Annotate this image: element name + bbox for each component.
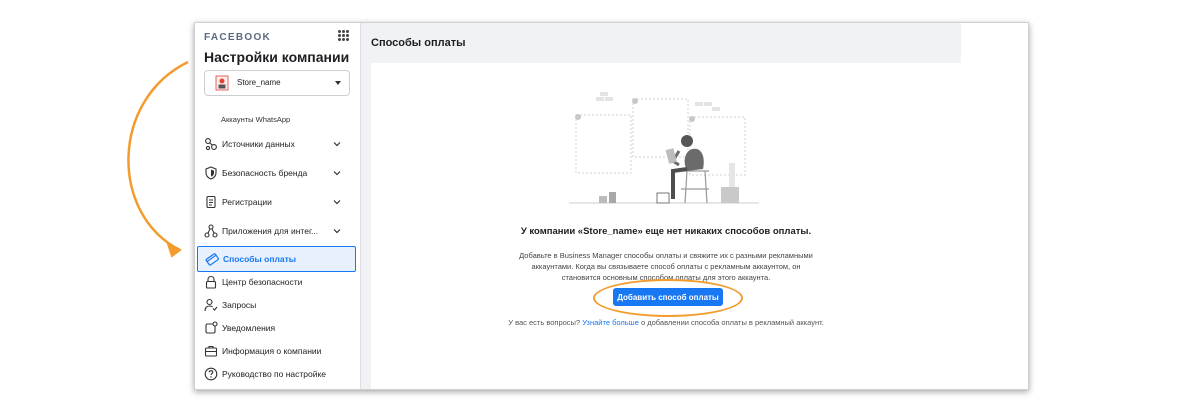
chevron-down-icon: [333, 171, 341, 176]
integrations-icon: [204, 224, 218, 238]
sidebar-item-business-info[interactable]: Информация о компании: [197, 339, 355, 363]
briefcase-icon: [204, 345, 218, 357]
sidebar: FACEBOOK Настройки компании Store_name А…: [195, 23, 361, 389]
sidebar-item-requests[interactable]: Запросы: [197, 293, 355, 317]
sidebar-item-label: Регистрации: [222, 197, 272, 207]
app-window: FACEBOOK Настройки компании Store_name А…: [194, 22, 1029, 390]
chevron-down-icon: [333, 229, 341, 234]
sidebar-item-whatsapp[interactable]: Аккаунты WhatsApp: [221, 115, 290, 124]
notifications-icon: [205, 321, 218, 334]
sidebar-item-label: Безопасность бренда: [222, 168, 308, 178]
main-content: Способы оплаты У компании «Store_name» е…: [361, 23, 961, 389]
sidebar-item-label: Источники данных: [222, 139, 295, 149]
sidebar-item-brand-safety[interactable]: Безопасность бренда: [197, 161, 355, 185]
help-suffix: о добавлении способа оплаты в рекламный …: [640, 318, 824, 327]
sidebar-item-label: Информация о компании: [222, 346, 322, 356]
caret-down-icon: [335, 81, 341, 85]
sidebar-item-integrations[interactable]: Приложения для интег...: [197, 219, 355, 243]
chevron-down-icon: [333, 200, 341, 205]
help-prefix: У вас есть вопросы?: [508, 318, 581, 327]
chevron-down-icon: [333, 142, 341, 147]
sidebar-item-notifications[interactable]: Уведомления: [197, 316, 355, 340]
credit-card-icon: [205, 253, 219, 266]
apps-grid-icon[interactable]: [338, 30, 349, 41]
sidebar-item-registrations[interactable]: Регистрации: [197, 190, 355, 214]
sidebar-item-data-sources[interactable]: Источники данных: [197, 132, 355, 156]
sidebar-item-label: Уведомления: [222, 323, 276, 333]
shield-icon: [205, 166, 217, 180]
sidebar-item-label: Способы оплаты: [223, 254, 297, 264]
sidebar-item-security-center[interactable]: Центр безопасности: [197, 270, 355, 294]
account-selector[interactable]: Store_name: [204, 70, 350, 96]
page-title: Настройки компании: [204, 49, 350, 65]
empty-state-title: У компании «Store_name» еще нет никаких …: [520, 226, 812, 237]
lock-icon: [205, 275, 217, 289]
highlight-ellipse: [593, 279, 743, 317]
empty-state-card: У компании «Store_name» еще нет никаких …: [371, 63, 961, 389]
account-avatar: [215, 75, 229, 91]
requests-icon: [204, 298, 218, 312]
empty-state-illustration: [569, 92, 759, 204]
sidebar-item-label: Руководство по настройке: [222, 369, 327, 379]
section-title: Способы оплаты: [371, 37, 466, 49]
brand-logo: FACEBOOK: [204, 32, 272, 43]
sidebar-item-label: Приложения для интег...: [222, 226, 319, 236]
help-icon: [204, 367, 218, 381]
data-sources-icon: [205, 138, 217, 151]
sidebar-item-payment-methods[interactable]: Способы оплаты: [197, 246, 356, 272]
help-text: У вас есть вопросы? Узнайте больше о доб…: [371, 318, 961, 327]
sidebar-item-label: Запросы: [222, 300, 257, 310]
account-name: Store_name: [237, 78, 281, 87]
registrations-icon: [206, 195, 216, 209]
sidebar-item-label: Центр безопасности: [222, 277, 303, 287]
sidebar-item-setup-guide[interactable]: Руководство по настройке: [197, 362, 355, 386]
learn-more-link[interactable]: Узнайте больше: [582, 318, 639, 327]
